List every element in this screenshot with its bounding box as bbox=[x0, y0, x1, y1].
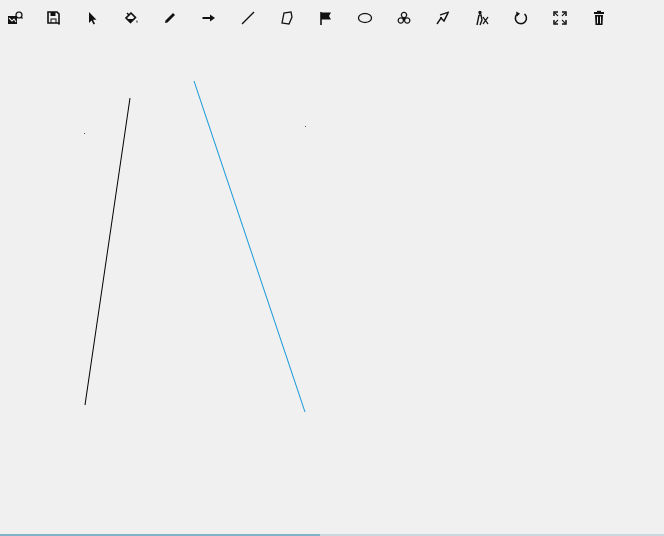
biohazard-icon bbox=[397, 11, 411, 24]
drawing-canvas[interactable] bbox=[0, 34, 664, 534]
arrow-right-icon bbox=[202, 14, 215, 22]
biohazard-button[interactable] bbox=[393, 7, 415, 29]
open-image-icon bbox=[8, 11, 23, 24]
toolbar bbox=[0, 0, 664, 34]
line-icon bbox=[241, 11, 255, 25]
blue-line[interactable] bbox=[193, 80, 306, 413]
pencil-button[interactable] bbox=[159, 7, 181, 29]
line-button[interactable] bbox=[237, 7, 259, 29]
paint-bucket-icon bbox=[124, 11, 138, 24]
pencil-icon bbox=[165, 13, 175, 23]
black-line[interactable] bbox=[84, 97, 131, 406]
fullscreen-button[interactable] bbox=[549, 7, 571, 29]
pointer-icon bbox=[89, 12, 97, 25]
save-icon bbox=[47, 11, 60, 25]
canvas-dot bbox=[305, 126, 306, 127]
fullscreen-icon bbox=[553, 11, 567, 25]
open-image-button[interactable] bbox=[4, 7, 26, 29]
person-button[interactable] bbox=[471, 7, 493, 29]
arrow-button[interactable] bbox=[198, 7, 220, 29]
select-button[interactable] bbox=[81, 7, 103, 29]
flag-icon bbox=[320, 12, 331, 25]
polygon-icon bbox=[281, 11, 293, 25]
drawing-app bbox=[0, 0, 664, 536]
polygon-button[interactable] bbox=[276, 7, 298, 29]
delete-button[interactable] bbox=[588, 7, 610, 29]
trash-icon bbox=[594, 10, 604, 25]
ellipse-button[interactable] bbox=[354, 7, 376, 29]
ellipse-icon bbox=[357, 12, 373, 24]
canvas-dot bbox=[84, 133, 85, 134]
person-icon bbox=[476, 10, 489, 26]
undo-icon bbox=[514, 11, 528, 25]
path-button[interactable] bbox=[432, 7, 454, 29]
canvas-surface[interactable] bbox=[0, 34, 664, 534]
path-icon bbox=[436, 11, 450, 25]
undo-button[interactable] bbox=[510, 7, 532, 29]
fill-button[interactable] bbox=[120, 7, 142, 29]
flag-button[interactable] bbox=[315, 7, 337, 29]
save-button[interactable] bbox=[43, 7, 65, 29]
